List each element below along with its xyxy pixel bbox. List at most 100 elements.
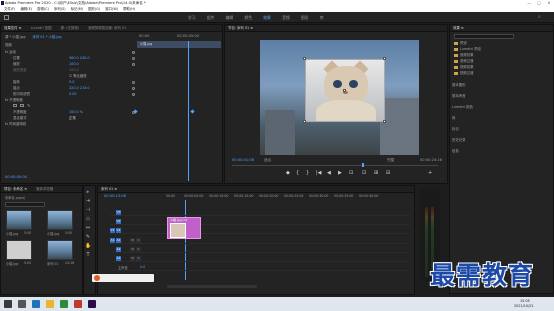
reset-icon[interactable] [132, 50, 135, 54]
track-target-button[interactable]: A3 [116, 255, 121, 261]
mute-button[interactable]: M [130, 255, 135, 261]
mute-button[interactable]: M [130, 237, 135, 243]
track-target-button[interactable]: V2 [116, 218, 121, 224]
menu-edit[interactable]: 编辑(E) [20, 7, 32, 11]
transform-handle[interactable] [303, 57, 306, 60]
app-icon[interactable] [74, 300, 82, 308]
program-viewer[interactable] [260, 40, 419, 155]
source-patch-a1[interactable]: A1 [110, 237, 115, 243]
solo-button[interactable]: S [136, 255, 141, 261]
extract-button[interactable]: ⊞ [374, 170, 378, 176]
mask-rect-icon[interactable] [20, 104, 25, 107]
ime-toolbar[interactable] [92, 274, 154, 282]
sequence-name[interactable]: 序列 01 * 小猫.jpg [32, 35, 61, 39]
tab-effects[interactable]: 效果 ≡ [453, 26, 464, 30]
mini-timeline-ruler[interactable]: 00:00 00:00:05:00 [137, 34, 223, 40]
program-playhead[interactable] [362, 163, 364, 167]
export-frame-button[interactable]: ⊟ [386, 170, 390, 176]
tab-program[interactable]: 节目: 序列 01 ≡ [228, 26, 253, 30]
tab-effect-controls[interactable]: 效果控件 ≡ [4, 26, 21, 30]
solo-button[interactable]: S [136, 237, 141, 243]
program-timecode[interactable]: 00:00:01:06 [232, 158, 254, 162]
track-target-button[interactable]: V1 [116, 227, 121, 233]
timeline-timecode[interactable]: 00:00:13:06 [104, 194, 126, 198]
edge-icon[interactable] [32, 300, 40, 308]
workspace-libraries[interactable]: 库 [320, 15, 324, 20]
ripple-edit-tool-icon[interactable]: ⊣ [85, 207, 91, 213]
workspace-editing[interactable]: 编辑 [226, 15, 234, 20]
file-explorer-icon[interactable] [46, 300, 54, 308]
keyframe-icon[interactable] [132, 92, 135, 96]
tab-audio-mixer[interactable]: 音频剪辑混合器: 序列 01 [88, 26, 126, 30]
project-thumbnail[interactable] [6, 210, 32, 230]
panel-history[interactable]: 历史记录 [452, 137, 466, 144]
go-to-out-button[interactable]: ⊡ [349, 170, 353, 176]
track-select-tool-icon[interactable]: ⇥ [85, 198, 91, 204]
program-scrubber[interactable] [232, 165, 438, 166]
tab-media-browser[interactable]: 媒体浏览器 [36, 187, 53, 191]
button-editor-button[interactable]: + [428, 170, 432, 176]
effect-controls-timecode[interactable]: 00:00:00:00 [5, 175, 27, 179]
keyframe-icon[interactable] [132, 80, 135, 84]
workspace-learn[interactable]: 学习 [188, 15, 196, 20]
mark-out-button[interactable]: } [306, 170, 309, 176]
panel-essential-graphics[interactable]: 基本图形 [452, 82, 466, 89]
transform-handle[interactable] [383, 57, 386, 60]
pen-tool-icon[interactable]: ✎ [85, 234, 91, 240]
keyframe-icon[interactable] [132, 86, 135, 90]
tab-lumetri-scopes[interactable]: Lumetri 范围 [31, 26, 52, 30]
tab-sequence[interactable]: 序列 01 ≡ [101, 187, 117, 191]
antiflicker-row[interactable]: 防闪烁滤镜 0.00 [5, 91, 137, 97]
menu-clip[interactable]: 剪辑(C) [37, 7, 49, 11]
panel-libraries[interactable]: 库 [452, 115, 455, 122]
mask-ellipse-icon[interactable] [13, 104, 17, 107]
step-back-button[interactable]: ◀ [327, 170, 331, 176]
effects-item-video-transitions[interactable]: 视频过渡 [454, 70, 474, 77]
search-icon[interactable]: ⌕ [538, 14, 541, 20]
transform-handle[interactable] [383, 120, 386, 123]
effects-search-input[interactable] [454, 34, 514, 39]
track-target-button[interactable]: V3 [116, 209, 121, 215]
fx-time-remap-row[interactable]: fx 时间重映射 [5, 121, 26, 127]
premiere-taskbar-icon[interactable] [88, 300, 96, 308]
blend-mode-select[interactable]: 正常 [69, 115, 76, 121]
tab-source[interactable]: 源: (无剪辑) [61, 26, 79, 30]
hand-tool-icon[interactable]: ✋ [85, 243, 91, 249]
project-thumbnail[interactable] [47, 210, 73, 230]
menu-help[interactable]: 帮助(H) [123, 7, 135, 11]
fit-select[interactable]: 适合 [264, 158, 271, 163]
panel-essential-sound[interactable]: 基本声音 [452, 93, 466, 100]
panel-markers[interactable]: 标记 [452, 126, 459, 133]
timeline-clip-kitten[interactable]: 小猫.jpg [V] [167, 217, 201, 239]
pen-icon[interactable]: ✎ [27, 103, 30, 108]
source-patch-v1[interactable]: V1 [110, 227, 115, 233]
play-button[interactable]: ▶ [338, 170, 342, 176]
track-target-button[interactable]: A2 [116, 246, 121, 252]
panel-info[interactable]: 信息 [452, 148, 459, 155]
menu-graphics[interactable]: 图形(G) [88, 7, 100, 11]
transform-handle[interactable] [303, 120, 306, 123]
tab-project[interactable]: 项目: 未命名 ≡ [4, 187, 27, 191]
slip-tool-icon[interactable]: ↔ [85, 225, 91, 231]
home-icon[interactable] [4, 15, 9, 20]
menu-window[interactable]: 窗口(W) [105, 7, 118, 11]
keyframe-icon[interactable] [132, 62, 135, 66]
add-marker-button[interactable]: ◆ [286, 170, 290, 176]
workspace-color[interactable]: 颜色 [244, 15, 252, 20]
wechat-icon[interactable] [60, 300, 68, 308]
mini-clip-bar[interactable]: 小猫.jpg [137, 41, 221, 48]
menu-sequence[interactable]: 序列(S) [54, 7, 66, 11]
menu-file[interactable]: 文件(F) [4, 7, 15, 11]
track-target-button[interactable]: A1 [116, 237, 121, 243]
master-volume-value[interactable]: 0.0 [140, 265, 145, 269]
project-thumbnail-kitten[interactable] [6, 240, 32, 260]
razor-tool-icon[interactable]: ◇ [85, 216, 91, 222]
workspace-assembly[interactable]: 组件 [207, 15, 215, 20]
type-tool-icon[interactable]: T [85, 252, 91, 258]
lift-button[interactable]: ⊡ [362, 170, 366, 176]
source-name[interactable]: 源 * 小猫.jpg [5, 35, 25, 39]
keyframe-icon[interactable] [132, 56, 135, 60]
quality-select[interactable]: 完整 [387, 158, 394, 163]
search-icon[interactable] [18, 300, 26, 308]
selection-tool-icon[interactable]: ▸ [85, 189, 91, 195]
